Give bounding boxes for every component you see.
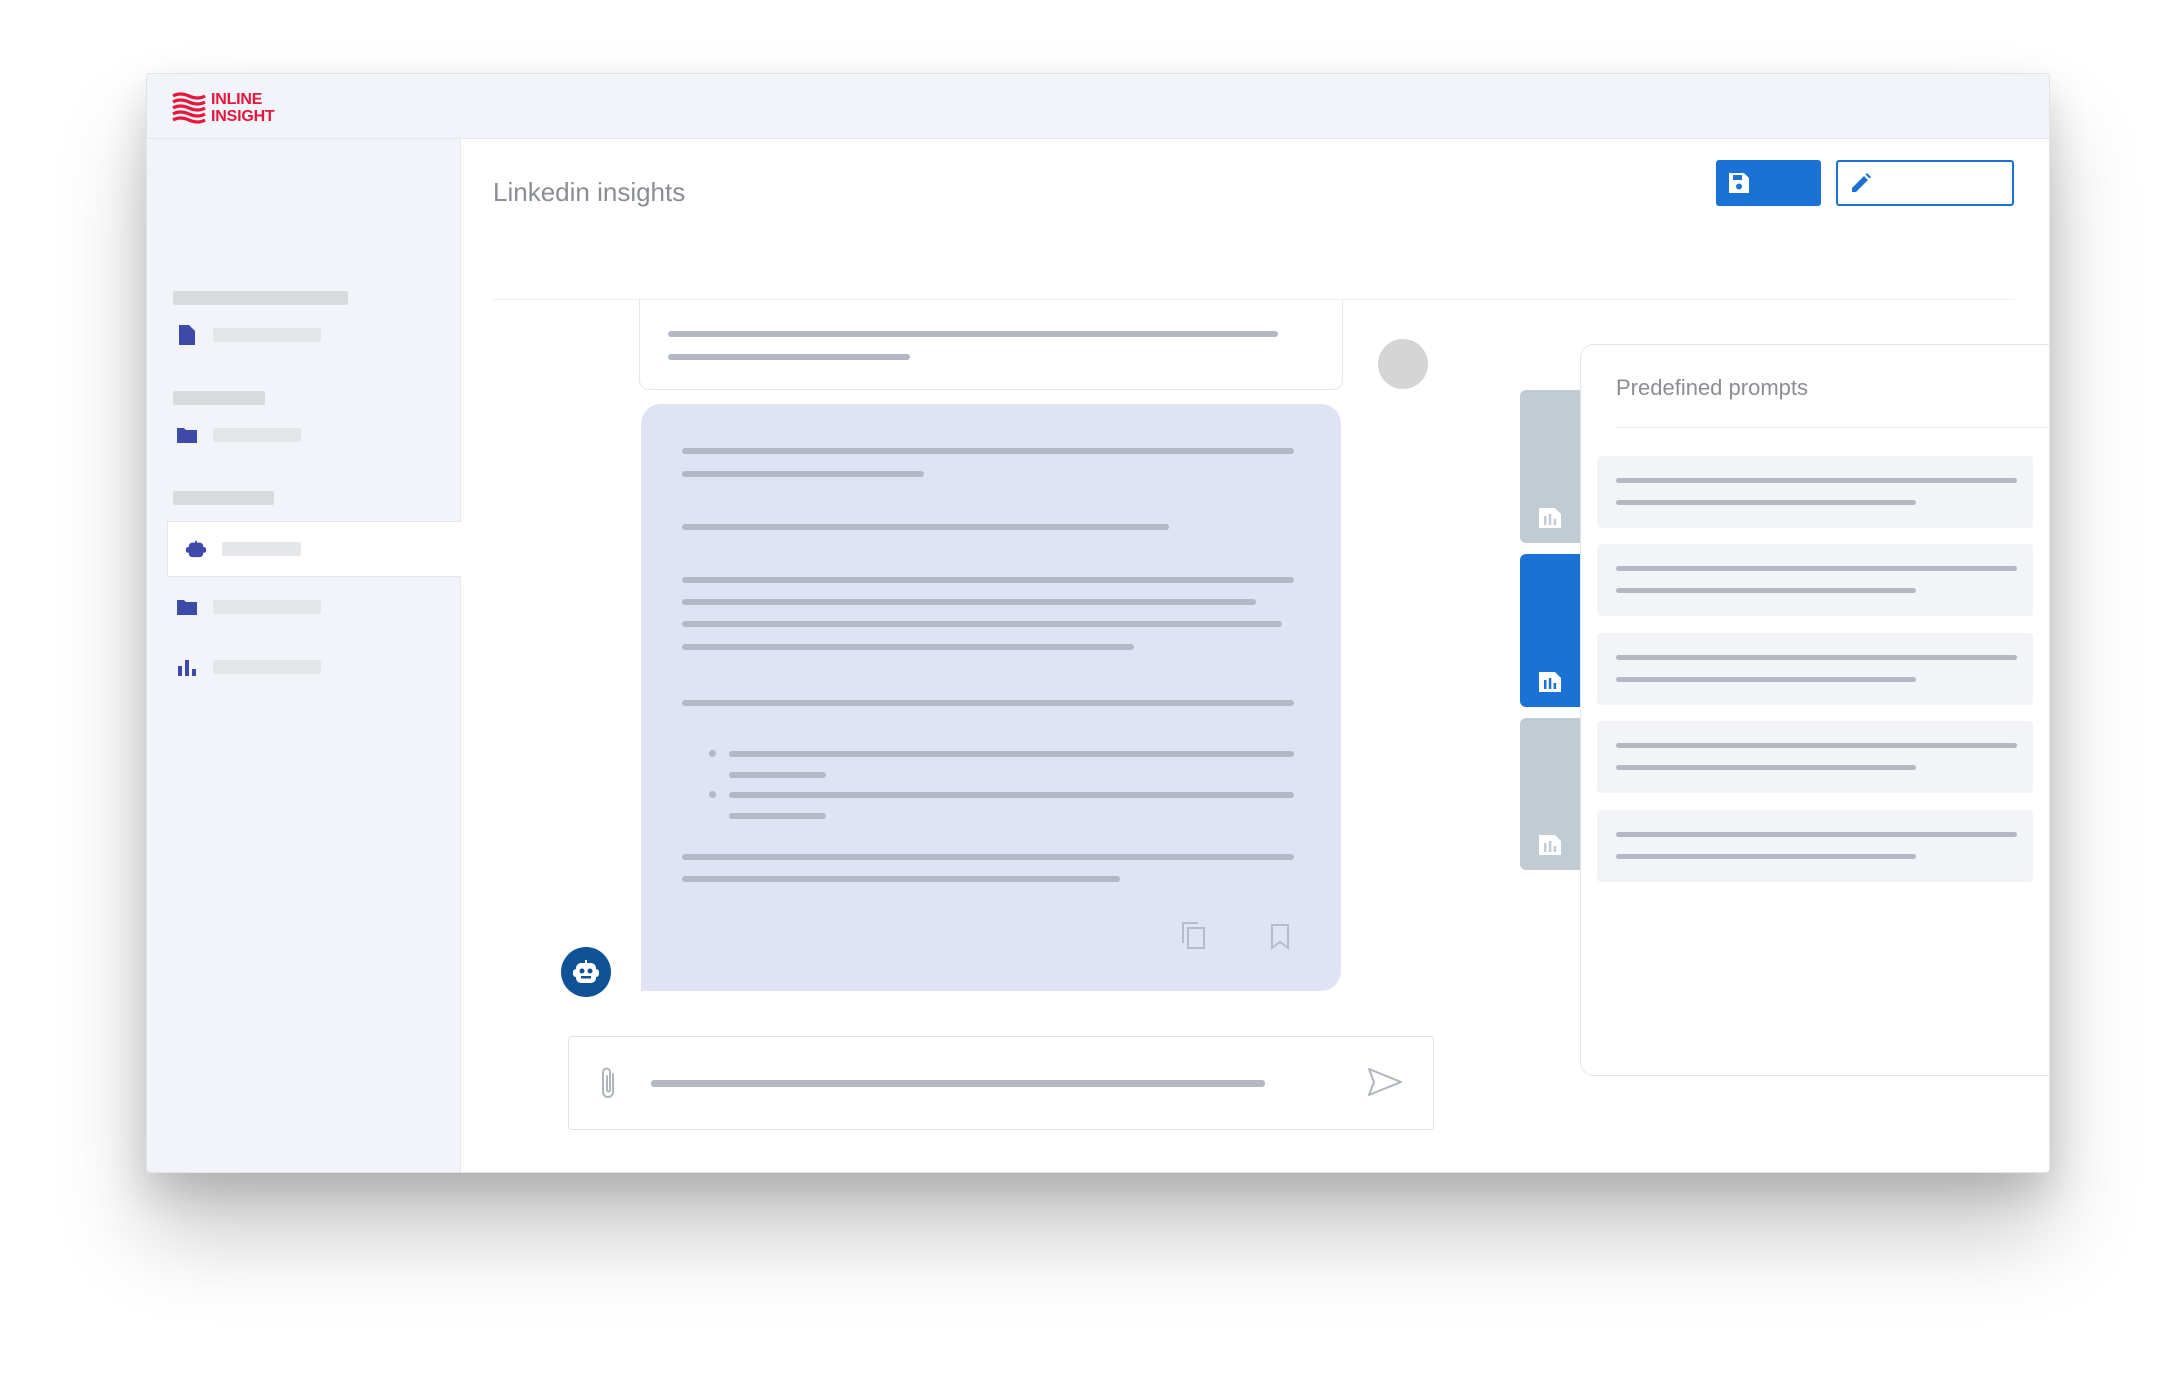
- attach-button[interactable]: [597, 1064, 619, 1107]
- text-line-placeholder: [682, 577, 1294, 583]
- sidebar-item-label-placeholder: [213, 428, 301, 442]
- panel-title: Predefined prompts: [1616, 375, 1808, 400]
- text-line-placeholder: [729, 792, 1294, 798]
- folder-icon: [177, 425, 197, 445]
- predefined-prompts-panel: Predefined prompts: [1580, 344, 2049, 1076]
- list-bullet: [709, 750, 716, 757]
- save-button[interactable]: [1716, 160, 1821, 206]
- text-line-placeholder: [682, 448, 1294, 454]
- user-avatar: [1378, 339, 1428, 389]
- sidebar-item-label-placeholder: [213, 600, 321, 614]
- floppy-disk-icon: [1729, 173, 1749, 193]
- sidebar-item-folder[interactable]: [171, 587, 441, 627]
- text-line-placeholder: [668, 354, 910, 360]
- prompt-item[interactable]: [1597, 810, 2033, 882]
- message-composer[interactable]: [568, 1036, 1434, 1130]
- bookmark-icon: [1271, 924, 1289, 950]
- robot-icon: [186, 539, 206, 559]
- app-window: INLINE INSIGHT Linkedin insights Predefi…: [146, 73, 2050, 1173]
- sidebar-section-heading: [173, 291, 348, 305]
- list-bullet: [709, 791, 716, 798]
- text-line-placeholder: [668, 331, 1278, 337]
- logo-text: INLINE INSIGHT: [211, 91, 275, 125]
- text-line-placeholder: [729, 772, 826, 778]
- text-line-placeholder: [729, 813, 826, 819]
- sidebar-item-label-placeholder: [213, 660, 321, 674]
- paperclip-icon: [602, 1067, 614, 1098]
- side-tab-report-active[interactable]: [1520, 554, 1580, 707]
- header-divider: [493, 299, 2015, 300]
- sidebar-section-heading: [173, 491, 274, 505]
- sidebar-item-label-placeholder: [213, 328, 321, 342]
- sidebar: [147, 139, 462, 1172]
- text-line-placeholder: [682, 876, 1120, 882]
- folder-icon: [177, 597, 197, 617]
- sidebar-section-heading: [173, 391, 265, 405]
- text-line-placeholder: [682, 700, 1294, 706]
- copy-icon: [1182, 922, 1205, 949]
- logo-waves-icon: [172, 92, 206, 124]
- logo[interactable]: INLINE INSIGHT: [171, 90, 275, 126]
- report-icon: [1539, 508, 1561, 528]
- text-line-placeholder: [682, 599, 1256, 605]
- panel-divider: [1616, 427, 2047, 428]
- bookmark-button[interactable]: [1264, 920, 1296, 954]
- assistant-avatar: [561, 947, 611, 997]
- text-line-placeholder: [682, 854, 1294, 860]
- text-line-placeholder: [682, 621, 1282, 627]
- send-button[interactable]: [1367, 1067, 1403, 1102]
- document-icon: [177, 325, 197, 345]
- report-icon: [1539, 835, 1561, 855]
- text-line-placeholder: [682, 524, 1169, 530]
- text-line-placeholder: [729, 751, 1294, 757]
- bar-chart-icon: [177, 657, 197, 677]
- side-tab-report[interactable]: [1520, 390, 1580, 543]
- report-icon: [1539, 672, 1561, 692]
- logo-text-line1: INLINE: [211, 91, 263, 108]
- robot-icon: [573, 960, 599, 983]
- prompt-item[interactable]: [1597, 633, 2033, 705]
- logo-text-line2: INSIGHT: [211, 108, 275, 125]
- pencil-icon: [1852, 173, 1871, 192]
- side-tab-report[interactable]: [1520, 718, 1580, 870]
- edit-button[interactable]: [1836, 160, 2014, 206]
- main-content: Linkedin insights Predefined prompts: [461, 139, 2049, 1172]
- assistant-message: [641, 404, 1341, 991]
- sidebar-item-analytics[interactable]: [171, 647, 441, 687]
- top-bar: INLINE INSIGHT: [147, 74, 2049, 139]
- page-title: Linkedin insights: [493, 177, 686, 207]
- sidebar-item-label-placeholder: [222, 542, 301, 556]
- text-line-placeholder: [682, 471, 924, 477]
- prompt-item[interactable]: [1597, 544, 2033, 616]
- prompt-item[interactable]: [1597, 456, 2033, 528]
- sidebar-item-document[interactable]: [171, 315, 441, 355]
- sidebar-item-folder[interactable]: [171, 415, 441, 455]
- copy-button[interactable]: [1178, 918, 1210, 952]
- message-input[interactable]: [651, 1080, 1265, 1087]
- text-line-placeholder: [682, 644, 1134, 650]
- prompt-item[interactable]: [1597, 721, 2033, 793]
- sidebar-item-assistant[interactable]: [167, 521, 462, 577]
- send-icon: [1368, 1068, 1402, 1096]
- user-message: [639, 299, 1343, 390]
